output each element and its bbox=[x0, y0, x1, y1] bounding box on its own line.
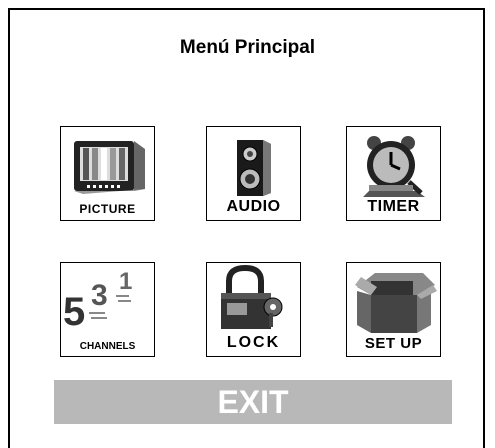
svg-text:3: 3 bbox=[91, 279, 108, 312]
audio-label: AUDIO bbox=[226, 198, 281, 215]
svg-text:1: 1 bbox=[119, 268, 132, 295]
lock-label: LOCK bbox=[226, 334, 281, 351]
channels-button[interactable]: 5 3 1 CHANNELS bbox=[60, 262, 155, 357]
timer-button[interactable]: TIMER bbox=[346, 126, 441, 221]
tv-icon bbox=[74, 141, 145, 194]
audio-button[interactable]: AUDIO bbox=[206, 126, 301, 221]
picture-label: PICTURE bbox=[79, 202, 136, 216]
channel-numbers-icon: 5 3 1 bbox=[63, 268, 132, 334]
open-box-icon bbox=[355, 273, 437, 333]
setup-label: SET UP bbox=[364, 335, 423, 352]
padlock-icon bbox=[221, 264, 283, 329]
timer-label: TIMER bbox=[367, 198, 420, 215]
exit-button[interactable]: EXIT bbox=[54, 380, 452, 424]
picture-button[interactable]: PICTURE bbox=[60, 126, 155, 221]
lock-button[interactable]: LOCK bbox=[206, 262, 301, 357]
speaker-icon bbox=[237, 140, 271, 196]
page-title: Menú Principal bbox=[179, 37, 316, 58]
svg-text:5: 5 bbox=[63, 290, 85, 334]
setup-button[interactable]: SET UP bbox=[346, 262, 441, 357]
channels-label: CHANNELS bbox=[79, 341, 136, 352]
alarm-clock-icon bbox=[363, 136, 425, 197]
